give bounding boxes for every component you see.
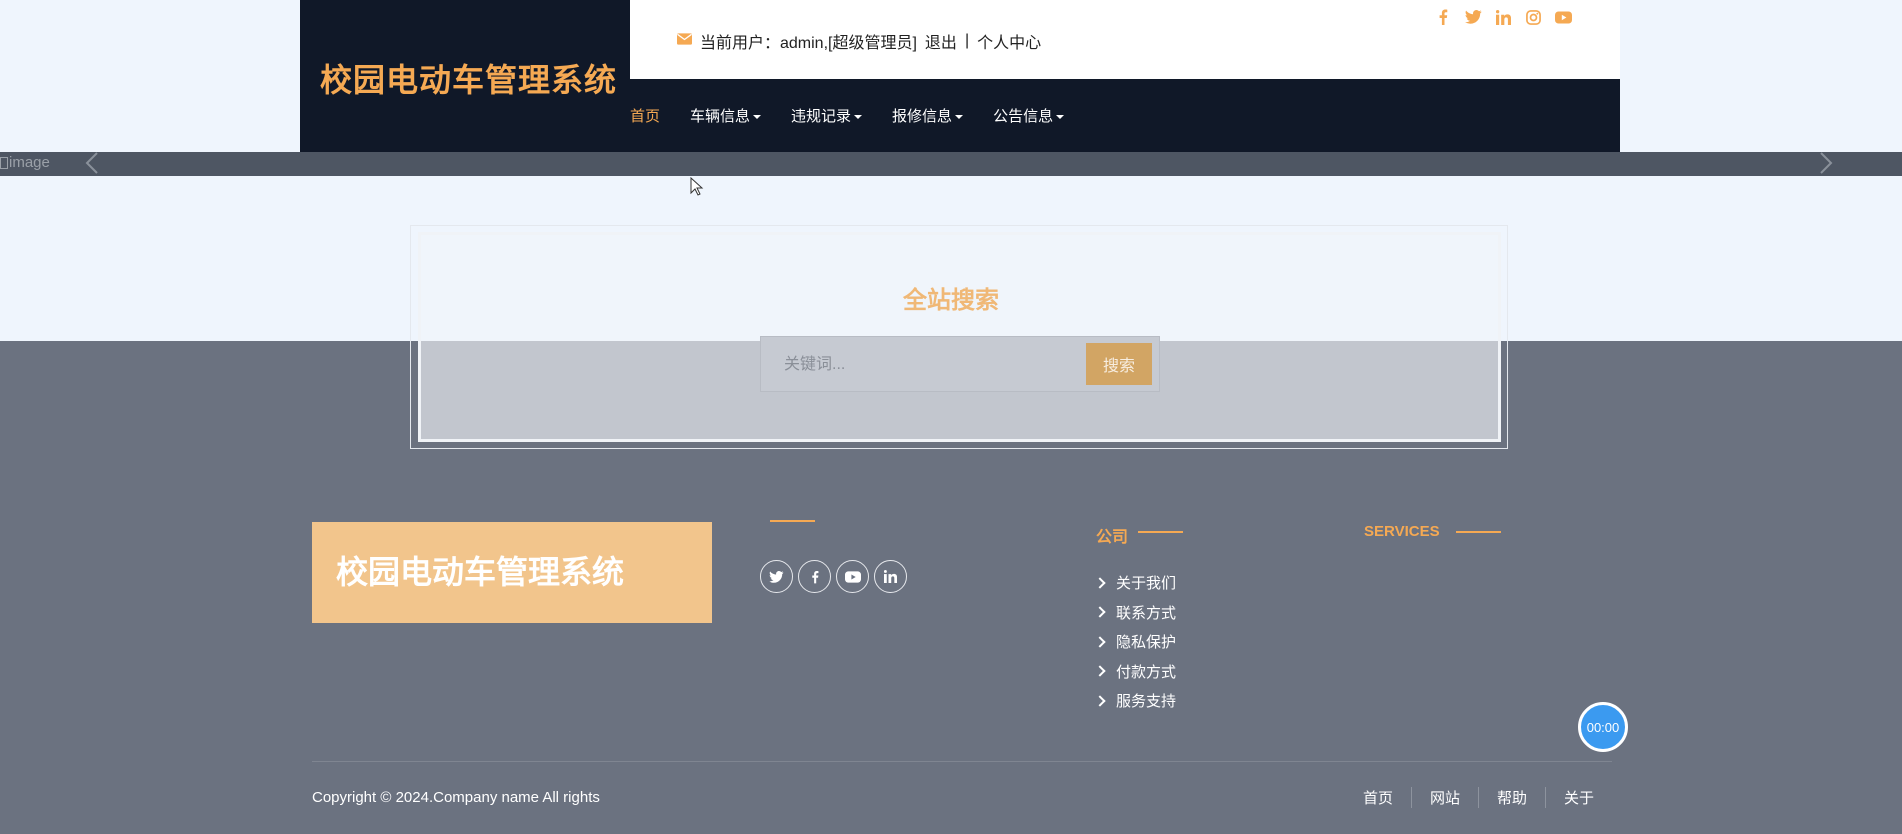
footer-accent-line — [770, 520, 815, 522]
nav-label: 报修信息 — [892, 108, 953, 125]
footer-accent-line — [1138, 531, 1183, 533]
footer-link-label: 隐私保护 — [1116, 634, 1177, 652]
bottom-link-help[interactable]: 帮助 — [1477, 787, 1545, 808]
chevron-right-icon — [1094, 636, 1106, 648]
linkedin-icon[interactable] — [874, 560, 907, 593]
timer-badge[interactable]: 00:00 — [1578, 702, 1628, 752]
footer-link-label: 付款方式 — [1116, 663, 1177, 681]
footer-company-title: 公司 — [1096, 529, 1129, 546]
separator: | — [964, 32, 970, 49]
nav-item-announcements[interactable]: 公告信息 — [993, 105, 1080, 126]
site-title[interactable]: 校园电动车管理系统 — [320, 55, 617, 101]
main-nav: 首页 车辆信息 违规记录 报修信息 公告信息 — [630, 105, 1094, 126]
footer-site-title: 校园电动车管理系统 — [336, 553, 625, 591]
footer-link-about[interactable]: 关于我们 — [1094, 568, 1177, 598]
broken-image-alt: image — [0, 154, 50, 171]
caret-down-icon — [1056, 115, 1065, 120]
linkedin-icon[interactable] — [1494, 8, 1512, 26]
carousel-next-arrow[interactable] — [1814, 152, 1838, 176]
footer-link-support[interactable]: 服务支持 — [1094, 686, 1177, 716]
twitter-icon[interactable] — [1464, 8, 1482, 26]
nav-label: 违规记录 — [791, 108, 852, 125]
bottom-link-about[interactable]: 关于 — [1544, 787, 1612, 808]
chevron-right-icon — [1094, 606, 1106, 618]
carousel-prev-arrow[interactable] — [80, 152, 104, 176]
twitter-icon[interactable] — [760, 560, 793, 593]
current-user-text: 当前用户：admin,[超级管理员] — [700, 35, 917, 52]
instagram-icon[interactable] — [1524, 8, 1542, 26]
footer-link-payment[interactable]: 付款方式 — [1094, 657, 1177, 687]
caret-down-icon — [753, 115, 762, 120]
nav-item-vehicles[interactable]: 车辆信息 — [690, 105, 777, 126]
current-user-bar: 当前用户：admin,[超级管理员] 退出 | 个人中心 — [677, 29, 1041, 53]
footer-link-label: 关于我们 — [1116, 575, 1177, 593]
nav-item-repairs[interactable]: 报修信息 — [892, 105, 979, 126]
youtube-icon[interactable] — [836, 560, 869, 593]
profile-link[interactable]: 个人中心 — [977, 29, 1041, 53]
image-alt-text: image — [9, 154, 50, 171]
bottom-link-site[interactable]: 网站 — [1410, 787, 1478, 808]
chevron-right-icon — [1094, 577, 1106, 589]
footer-divider — [312, 761, 1612, 762]
header-social-links — [1434, 8, 1572, 26]
caret-down-icon — [955, 115, 964, 120]
footer-link-label: 服务支持 — [1116, 693, 1177, 711]
nav-label: 车辆信息 — [690, 108, 751, 125]
footer-services-title: SERVICES — [1364, 523, 1440, 540]
search-input[interactable] — [770, 346, 1096, 384]
footer-link-contact[interactable]: 联系方式 — [1094, 598, 1177, 628]
envelope-icon — [677, 32, 692, 50]
footer-company-links: 关于我们 联系方式 隐私保护 付款方式 服务支持 — [1094, 568, 1177, 716]
logout-link[interactable]: 退出 — [925, 29, 957, 53]
facebook-icon[interactable] — [798, 560, 831, 593]
mouse-cursor-icon — [690, 176, 704, 202]
footer-social-links — [760, 560, 907, 593]
footer-accent-line — [1456, 531, 1501, 533]
bottom-link-home[interactable]: 首页 — [1345, 787, 1411, 808]
footer-link-label: 联系方式 — [1116, 604, 1177, 622]
nav-label: 首页 — [630, 108, 661, 125]
footer-link-privacy[interactable]: 隐私保护 — [1094, 627, 1177, 657]
facebook-icon[interactable] — [1434, 8, 1452, 26]
nav-item-home[interactable]: 首页 — [630, 105, 676, 126]
nav-label: 公告信息 — [993, 108, 1054, 125]
search-button[interactable]: 搜索 — [1086, 343, 1152, 385]
search-title: 全站搜索 — [903, 286, 999, 314]
chevron-right-icon — [1094, 665, 1106, 677]
caret-down-icon — [854, 115, 863, 120]
banner-carousel — [0, 152, 1902, 176]
copyright-text: Copyright © 2024.Company name All rights — [312, 789, 600, 806]
chevron-right-icon — [1094, 695, 1106, 707]
youtube-icon[interactable] — [1554, 8, 1572, 26]
nav-item-violations[interactable]: 违规记录 — [791, 105, 878, 126]
footer-bottom-links: 首页 网站 帮助 关于 — [1345, 787, 1612, 808]
